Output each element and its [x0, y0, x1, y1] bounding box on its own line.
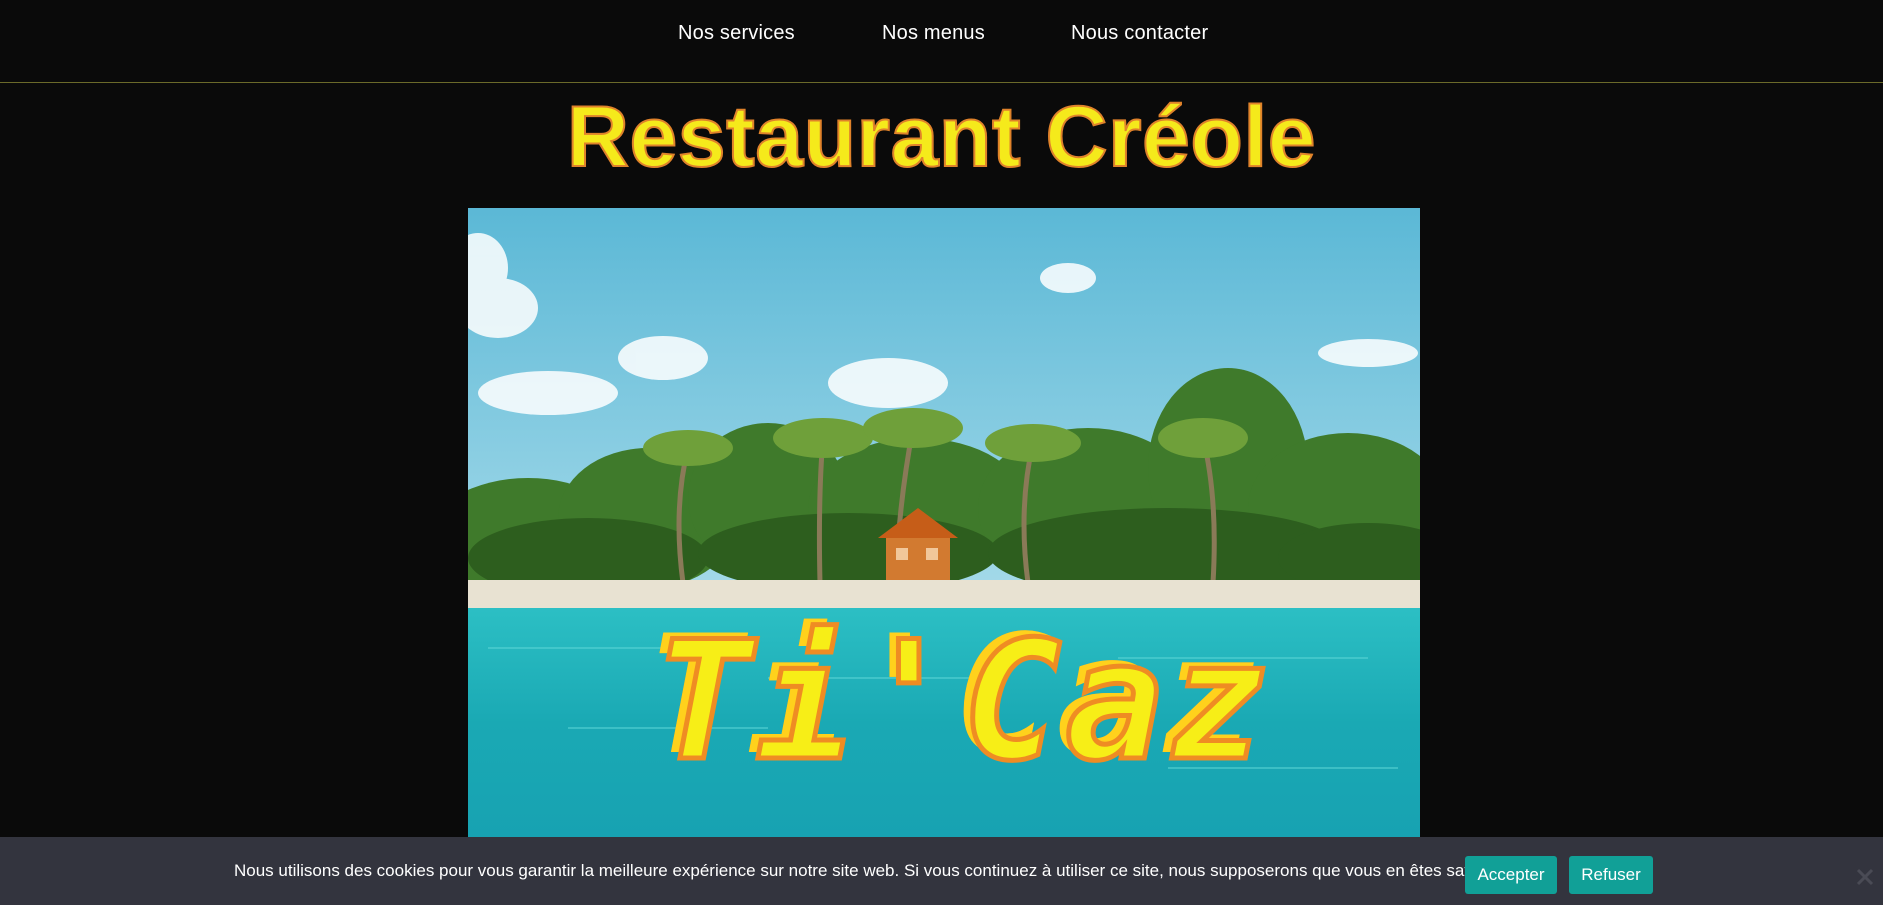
hero-logo-text: Ti'Caz — [651, 606, 1271, 797]
cookie-banner: Nous utilisons des cookies pour vous gar… — [0, 837, 1883, 905]
close-icon[interactable] — [1854, 866, 1876, 888]
accept-cookies-button[interactable]: Accepter — [1465, 856, 1557, 894]
main-navigation: Nos services Nos menus Nous contacter — [0, 0, 1883, 83]
nav-link-services[interactable]: Nos services — [678, 22, 795, 45]
refuse-cookies-button[interactable]: Refuser — [1569, 856, 1653, 894]
nav-link-contact[interactable]: Nous contacter — [1071, 22, 1208, 45]
nav-link-menus[interactable]: Nos menus — [882, 22, 985, 45]
cookie-message: Nous utilisons des cookies pour vous gar… — [234, 861, 1509, 880]
page-title: Restaurant Créole — [566, 88, 1317, 186]
